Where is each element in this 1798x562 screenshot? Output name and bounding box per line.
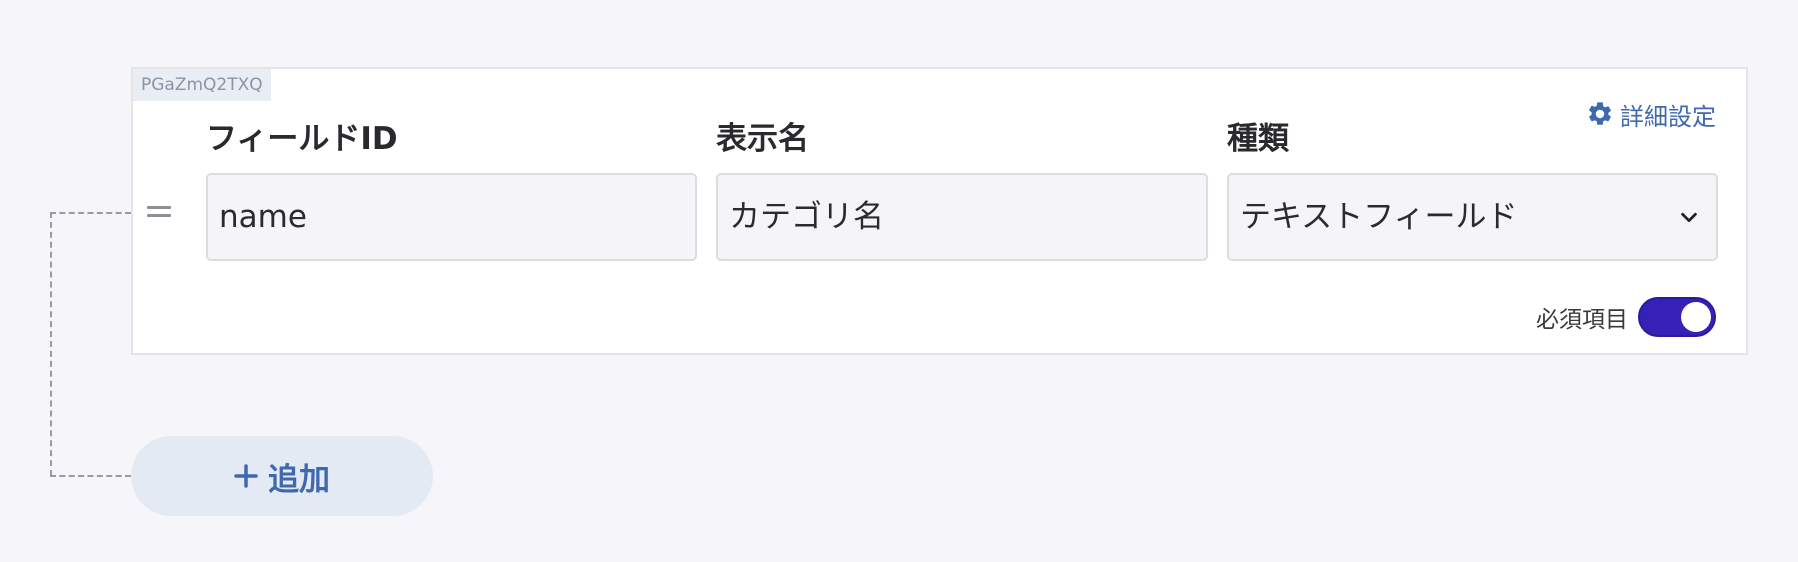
plus-icon — [234, 464, 258, 488]
display-name-label: 表示名 — [716, 121, 809, 157]
field-id-label: フィールドID — [206, 121, 398, 157]
drag-handle-icon[interactable] — [147, 206, 173, 220]
connector-line-bottom — [50, 475, 131, 477]
connector-line-top — [50, 212, 131, 214]
type-select-value: テキストフィールド — [1240, 199, 1518, 235]
required-toggle[interactable] — [1638, 297, 1716, 337]
field-id-tag: PGaZmQ2TXQ — [133, 69, 271, 101]
field-id-column: フィールドID name — [206, 119, 697, 261]
add-field-button[interactable]: 追加 — [131, 436, 433, 516]
add-button-label: 追加 — [268, 461, 330, 498]
required-setting: 必須項目 — [1536, 297, 1716, 337]
type-label: 種類 — [1227, 121, 1289, 157]
stage: PGaZmQ2TXQ 詳細設定 フィールドID name 表示名 カテゴリ名 種… — [0, 0, 1798, 562]
required-label: 必須項目 — [1536, 307, 1628, 333]
type-select[interactable]: テキストフィールド — [1227, 173, 1718, 261]
chevron-down-icon — [1681, 212, 1697, 223]
display-name-input[interactable]: カテゴリ名 — [716, 173, 1208, 261]
field-id-input[interactable]: name — [206, 173, 697, 261]
connector-line — [50, 212, 52, 476]
display-name-column: 表示名 カテゴリ名 — [716, 119, 1208, 261]
type-column: 種類 テキストフィールド — [1227, 119, 1718, 261]
field-card: PGaZmQ2TXQ 詳細設定 フィールドID name 表示名 カテゴリ名 種… — [131, 67, 1748, 355]
toggle-knob — [1681, 302, 1711, 332]
